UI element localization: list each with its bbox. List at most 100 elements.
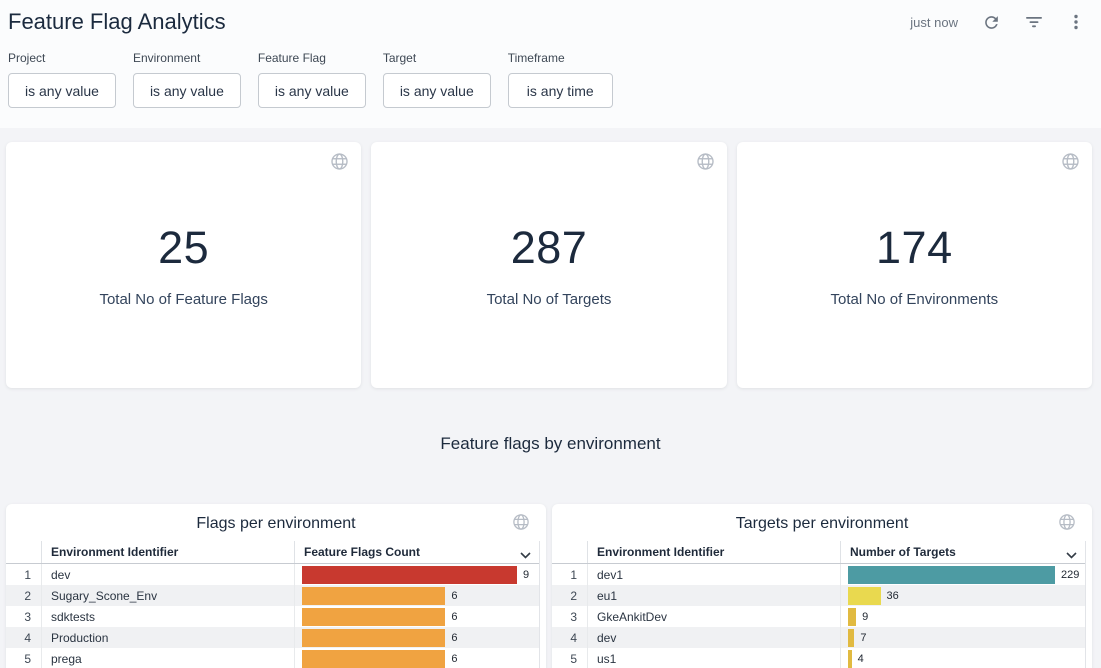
filter-label: Feature Flag	[258, 51, 366, 65]
environment-identifier-cell[interactable]: us1	[587, 648, 840, 668]
filter-environment: Environment is any value	[133, 51, 241, 108]
filter-target: Target is any value	[383, 51, 491, 108]
environment-identifier-cell[interactable]: sdktests	[41, 606, 294, 627]
globe-icon	[696, 152, 715, 176]
table-row[interactable]: 2Sugary_Scone_Env 6	[6, 585, 539, 606]
value-cell[interactable]: 9	[840, 606, 1085, 627]
kpi-value: 287	[511, 222, 588, 274]
environment-identifier-cell[interactable]: dev	[41, 564, 294, 585]
filter-label: Environment	[133, 51, 241, 65]
bar-value-label: 4	[858, 653, 864, 665]
tables-row: Flags per environment Environment Identi…	[0, 504, 1101, 668]
kpi-row: 25 Total No of Feature Flags 287 Total N…	[0, 128, 1101, 388]
globe-icon	[1058, 513, 1076, 536]
table-row[interactable]: 1dev1229	[552, 564, 1085, 585]
value-cell[interactable]: 9	[294, 564, 539, 585]
row-index: 3	[552, 606, 587, 627]
section-title: Feature flags by environment	[0, 434, 1101, 454]
environment-identifier-header[interactable]: Environment Identifier	[587, 541, 840, 563]
table-row[interactable]: 5prega6	[6, 648, 539, 668]
row-number-header	[552, 541, 587, 563]
table-header: Environment Identifier Feature Flags Cou…	[6, 541, 539, 564]
card-title-row: Flags per environment	[6, 504, 546, 541]
row-index: 1	[6, 564, 41, 585]
row-index: 5	[552, 648, 587, 668]
value-cell[interactable]: 6	[294, 585, 539, 606]
number-of-targets-header[interactable]: Number of Targets	[840, 541, 1085, 563]
bar	[302, 608, 445, 626]
table-row[interactable]: 4Production 6	[6, 627, 539, 648]
table-body: 1dev92Sugary_Scone_Env63sdktests64Produc…	[6, 564, 539, 668]
table-row[interactable]: 5us1 4	[552, 648, 1085, 668]
flags-table: Environment Identifier Feature Flags Cou…	[6, 541, 540, 668]
table-body: 1dev12292eu1363GkeAnkitDev94dev75us14	[552, 564, 1085, 668]
chevron-down-icon[interactable]	[1066, 548, 1077, 562]
environment-identifier-cell[interactable]: prega	[41, 648, 294, 668]
environment-identifier-cell[interactable]: Sugary_Scone_Env	[41, 585, 294, 606]
environment-identifier-cell[interactable]: dev	[587, 627, 840, 648]
filter-label: Target	[383, 51, 491, 65]
dashboard-header-area: Feature Flag Analytics just now Proje	[0, 0, 1101, 128]
table-row[interactable]: 3sdktests6	[6, 606, 539, 627]
value-cell[interactable]: 7	[840, 627, 1085, 648]
filter-timeframe: Timeframe is any time	[508, 51, 613, 108]
bar-value-label: 6	[451, 611, 457, 623]
bar	[848, 566, 1055, 584]
bar-value-label: 6	[451, 590, 457, 602]
bar-value-label: 229	[1061, 569, 1079, 581]
kpi-label: Total No of Targets	[487, 291, 612, 308]
row-index: 4	[6, 627, 41, 648]
bar-value-label: 6	[451, 632, 457, 644]
row-index: 4	[552, 627, 587, 648]
value-cell[interactable]: 6	[294, 627, 539, 648]
filters-toggle-button[interactable]	[1025, 13, 1043, 31]
targets-table: Environment Identifier Number of Targets…	[552, 541, 1086, 668]
environment-filter-button[interactable]: is any value	[133, 73, 241, 108]
bar-value-label: 36	[887, 590, 899, 602]
refresh-button[interactable]	[982, 13, 1001, 32]
header-controls: just now	[910, 13, 1085, 32]
filter-bar: Project is any value Environment is any …	[0, 39, 1101, 108]
timeframe-filter-button[interactable]: is any time	[508, 73, 613, 108]
environment-identifier-header[interactable]: Environment Identifier	[41, 541, 294, 563]
environment-identifier-cell[interactable]: Production	[41, 627, 294, 648]
bar	[302, 629, 445, 647]
table-row[interactable]: 1dev 9	[6, 564, 539, 585]
bar-value-label: 6	[451, 653, 457, 665]
refresh-icon	[982, 13, 1001, 32]
kpi-card-feature-flags: 25 Total No of Feature Flags	[6, 142, 361, 388]
kpi-label: Total No of Feature Flags	[99, 291, 267, 308]
dashboard-menu-button[interactable]	[1067, 13, 1085, 31]
environment-identifier-cell[interactable]: GkeAnkitDev	[587, 606, 840, 627]
value-cell[interactable]: 6	[294, 606, 539, 627]
value-cell[interactable]: 36	[840, 585, 1085, 606]
value-cell[interactable]: 6	[294, 648, 539, 668]
targets-per-environment-card: Targets per environment Environment Iden…	[552, 504, 1092, 668]
table-row[interactable]: 4dev7	[552, 627, 1085, 648]
card-title: Targets per environment	[736, 515, 909, 532]
feature-flags-count-header[interactable]: Feature Flags Count	[294, 541, 539, 563]
bar	[848, 650, 852, 668]
environment-identifier-cell[interactable]: dev1	[587, 564, 840, 585]
environment-identifier-cell[interactable]: eu1	[587, 585, 840, 606]
bar	[302, 566, 517, 584]
table-row[interactable]: 2eu136	[552, 585, 1085, 606]
row-index: 2	[6, 585, 41, 606]
bar	[848, 608, 856, 626]
kpi-card-targets: 287 Total No of Targets	[371, 142, 726, 388]
table-row[interactable]: 3GkeAnkitDev9	[552, 606, 1085, 627]
project-filter-button[interactable]: is any value	[8, 73, 116, 108]
card-title: Flags per environment	[196, 515, 355, 532]
title-bar: Feature Flag Analytics just now	[0, 5, 1101, 39]
target-filter-button[interactable]: is any value	[383, 73, 491, 108]
feature-flag-filter-button[interactable]: is any value	[258, 73, 366, 108]
kpi-value: 25	[158, 222, 209, 274]
chevron-down-icon[interactable]	[520, 548, 531, 562]
value-cell[interactable]: 4	[840, 648, 1085, 668]
last-refreshed-text: just now	[910, 15, 958, 30]
bar-value-label: 9	[523, 569, 529, 581]
kebab-menu-icon	[1067, 13, 1085, 31]
card-title-row: Targets per environment	[552, 504, 1092, 541]
value-cell[interactable]: 229	[840, 564, 1085, 585]
filter-feature-flag: Feature Flag is any value	[258, 51, 366, 108]
